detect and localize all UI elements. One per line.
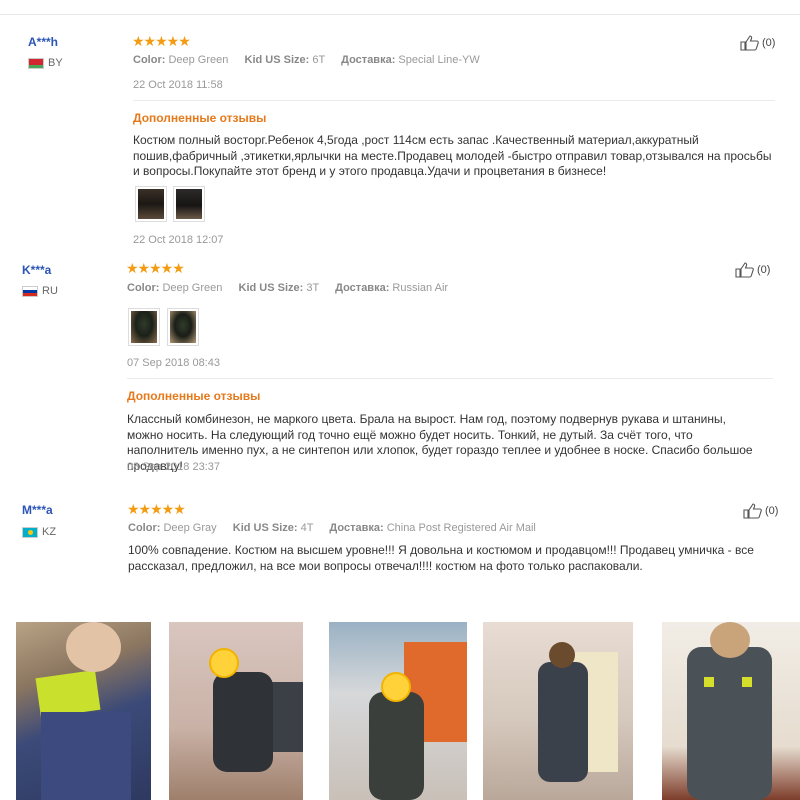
additional-review-title: Дополненные отзывы xyxy=(127,389,261,403)
size-value: 6T xyxy=(312,54,326,66)
star-rating: ★★★★★ xyxy=(127,501,186,517)
review-photo-thumbnail[interactable] xyxy=(173,186,205,222)
order-attributes: Color: Deep Green Kid US Size: 6T Достав… xyxy=(133,54,480,66)
helpful-button[interactable]: (0) xyxy=(735,262,770,278)
color-label: Color: xyxy=(133,54,166,66)
thumbs-up-icon xyxy=(743,503,763,519)
color-value: Deep Green xyxy=(162,282,223,294)
reviewer-country: KZ xyxy=(22,526,56,538)
review-photo[interactable] xyxy=(483,622,633,800)
flag-icon xyxy=(22,285,38,297)
shipping-value: Special Line-YW xyxy=(398,54,480,66)
size-value: 3T xyxy=(306,282,320,294)
size-label: Kid US Size: xyxy=(244,54,310,66)
order-attributes: Color: Deep Gray Kid US Size: 4T Доставк… xyxy=(128,522,536,534)
size-value: 4T xyxy=(300,522,314,534)
reviewer-name: A***h xyxy=(28,35,59,49)
review-photo-thumbnail[interactable] xyxy=(128,308,160,346)
star-rating: ★★★★★ xyxy=(126,260,185,276)
reviewer-country: BY xyxy=(28,57,63,69)
reviews-page: A***h BY ★★★★★ Color: Deep Green Kid US … xyxy=(0,0,800,800)
review-photo-thumbnail[interactable] xyxy=(167,308,199,346)
size-label: Kid US Size: xyxy=(238,282,304,294)
additional-review-date: 08 Sep 2018 23:37 xyxy=(127,461,220,472)
additional-review-date: 22 Oct 2018 12:07 xyxy=(133,234,224,246)
review-photo-thumbnail[interactable] xyxy=(135,186,167,222)
additional-review-text: Костюм полный восторг.Ребенок 4,5года ,р… xyxy=(133,133,772,178)
divider xyxy=(133,100,775,101)
review-date: 07 Sep 2018 08:43 xyxy=(127,357,220,369)
review-photo[interactable] xyxy=(662,622,800,800)
color-value: Deep Gray xyxy=(163,522,217,534)
reviewer-name: M***a xyxy=(22,503,53,517)
order-attributes: Color: Deep Green Kid US Size: 3T Достав… xyxy=(127,282,448,294)
shipping-value: Russian Air xyxy=(392,282,449,294)
color-label: Color: xyxy=(128,522,161,534)
review-photo[interactable] xyxy=(169,622,303,800)
helpful-count: (0) xyxy=(765,505,779,517)
country-code: RU xyxy=(42,285,58,297)
flag-icon xyxy=(22,526,38,538)
shipping-label: Доставка: xyxy=(341,54,396,66)
size-label: Kid US Size: xyxy=(232,522,298,534)
country-code: KZ xyxy=(42,526,57,538)
color-label: Color: xyxy=(127,282,160,294)
review-text: 100% совпадение. Костюм на высшем уровне… xyxy=(128,543,754,573)
additional-review-body: Классный комбинезон, не маркого цвета. Б… xyxy=(127,412,767,472)
shipping-label: Доставка: xyxy=(335,282,390,294)
review-photo[interactable] xyxy=(329,622,467,800)
reviewer-name: K***a xyxy=(22,263,52,277)
reviewer-country: RU xyxy=(22,285,58,297)
shipping-value: China Post Registered Air Mail xyxy=(386,522,536,534)
country-code: BY xyxy=(48,57,63,69)
helpful-button[interactable]: (0) xyxy=(743,503,778,519)
thumbs-up-icon xyxy=(740,35,760,51)
divider xyxy=(0,14,800,15)
helpful-count: (0) xyxy=(762,37,776,49)
review-photo[interactable] xyxy=(16,622,151,800)
thumbs-up-icon xyxy=(735,262,755,278)
additional-review-title: Дополненные отзывы xyxy=(133,111,267,125)
additional-review-text: Классный комбинезон, не маркого цвета. Б… xyxy=(127,412,753,472)
shipping-label: Доставка: xyxy=(329,522,384,534)
helpful-button[interactable]: (0) xyxy=(740,35,775,51)
review-date: 22 Oct 2018 11:58 xyxy=(133,79,223,91)
flag-icon xyxy=(28,57,44,69)
divider xyxy=(127,378,773,379)
star-rating: ★★★★★ xyxy=(132,33,191,49)
color-value: Deep Green xyxy=(168,54,229,66)
helpful-count: (0) xyxy=(757,264,771,276)
